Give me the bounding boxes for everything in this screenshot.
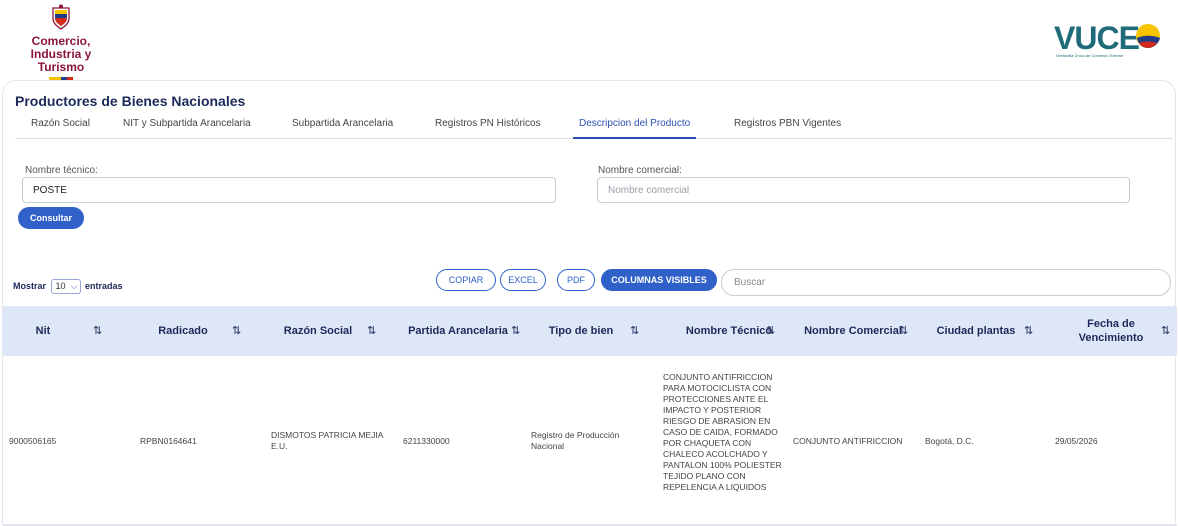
cell-nombre-tecnico: CONJUNTO ANTIFRICCION PARA MOTOCICLISTA … [663, 372, 782, 492]
cell-ciudad: Bogotá, D.C. [925, 436, 974, 446]
cell-tipo-bien: Registro de Producción Nacional [531, 430, 620, 451]
cell-radicado: RPBN0164641 [140, 436, 197, 446]
search-input[interactable]: Buscar [721, 269, 1171, 296]
tab-nit-subpartida[interactable]: NIT y Subpartida Arancelaria [123, 118, 251, 129]
sort-icon[interactable]: ⇅ [232, 324, 241, 337]
col-nombre-tecnico[interactable]: Nombre Técnico [683, 306, 775, 356]
sort-icon[interactable]: ⇅ [899, 324, 908, 337]
col-radicado[interactable]: Radicado [143, 306, 223, 356]
ministry-logo[interactable]: Comercio, Industria y Turismo [6, 4, 116, 80]
tech-name-input[interactable] [22, 177, 556, 203]
pdf-button[interactable]: PDF [557, 269, 595, 291]
show-suffix: entradas [85, 280, 123, 291]
show-prefix: Mostrar [13, 280, 47, 291]
cell-nombre-comercial: CONJUNTO ANTIFRICCION [793, 436, 903, 446]
tab-razon-social[interactable]: Razón Social [31, 118, 90, 129]
vuce-wordmark: VUCE [1054, 20, 1140, 56]
col-razon-social[interactable]: Razón Social [278, 306, 358, 356]
page-title: Productores de Bienes Nacionales [15, 93, 246, 109]
page-length-control: Mostrar 10 ⌵ entradas [13, 279, 123, 294]
col-fecha[interactable]: Fecha de Vencimiento [1071, 306, 1151, 356]
col-tipo-bien[interactable]: Tipo de bien [541, 306, 621, 356]
copy-button[interactable]: COPIAR [436, 269, 496, 291]
main-card: Productores de Bienes Nacionales Razón S… [2, 80, 1177, 526]
visible-columns-button[interactable]: COLUMNAS VISIBLES [601, 269, 717, 291]
col-nombre-comercial[interactable]: Nombre Comercial [798, 306, 908, 356]
chevron-down-icon: ⌵ [70, 281, 78, 291]
tab-registros-vigentes[interactable]: Registros PBN Vigentes [734, 118, 841, 129]
top-bar: Comercio, Industria y Turismo VUCE Venta… [0, 0, 1178, 80]
tab-descripcion-producto[interactable]: Descripcion del Producto [572, 118, 697, 139]
sort-icon[interactable]: ⇅ [511, 324, 520, 337]
col-partida[interactable]: Partida Arancelaria [403, 306, 513, 356]
page-length-value: 10 [55, 281, 66, 291]
ministry-name-line2: Industria y Turismo [30, 47, 92, 74]
col-nit[interactable]: Nit [23, 306, 63, 356]
sort-icon[interactable]: ⇅ [367, 324, 376, 337]
cell-nit: 9000506165 [9, 436, 57, 446]
vuce-globe-icon [1136, 24, 1160, 48]
tech-name-label: Nombre técnico: [25, 165, 98, 176]
sort-icon[interactable]: ⇅ [1161, 324, 1170, 337]
tab-registros-historicos[interactable]: Registros PN Históricos [435, 118, 541, 129]
sort-icon[interactable]: ⇅ [766, 324, 775, 337]
table-header: Nit ⇅ Radicado ⇅ Razón Social ⇅ Partida … [3, 306, 1177, 356]
table-row[interactable]: 9000506165 RPBN0164641 DISMOTOS PATRICIA… [3, 356, 1177, 526]
vuce-logo[interactable]: VUCE Ventanilla Única de Comercio Exteri… [1054, 20, 1166, 60]
cell-partida: 6211330000 [403, 436, 450, 446]
excel-button[interactable]: EXCEL [500, 269, 546, 291]
tab-subpartida[interactable]: Subpartida Arancelaria [292, 118, 393, 129]
sort-icon[interactable]: ⇅ [1024, 324, 1033, 337]
coat-of-arms-icon [52, 4, 70, 30]
vuce-subtitle: Ventanilla Única de Comercio Exterior [1056, 53, 1124, 58]
cell-fecha: 29/05/2026 [1055, 436, 1098, 446]
sort-icon[interactable]: ⇅ [630, 324, 639, 337]
consultar-button[interactable]: Consultar [18, 207, 84, 229]
sort-icon[interactable]: ⇅ [93, 324, 102, 337]
comm-name-label: Nombre comercial: [598, 165, 682, 176]
cell-razon-social: DISMOTOS PATRICIA MEJIA E.U. [271, 430, 383, 451]
tab-bar: Razón Social NIT y Subpartida Arancelari… [15, 111, 1173, 139]
page-length-select[interactable]: 10 ⌵ [50, 279, 81, 294]
col-ciudad[interactable]: Ciudad plantas [931, 306, 1021, 356]
comm-name-input[interactable] [597, 177, 1130, 203]
